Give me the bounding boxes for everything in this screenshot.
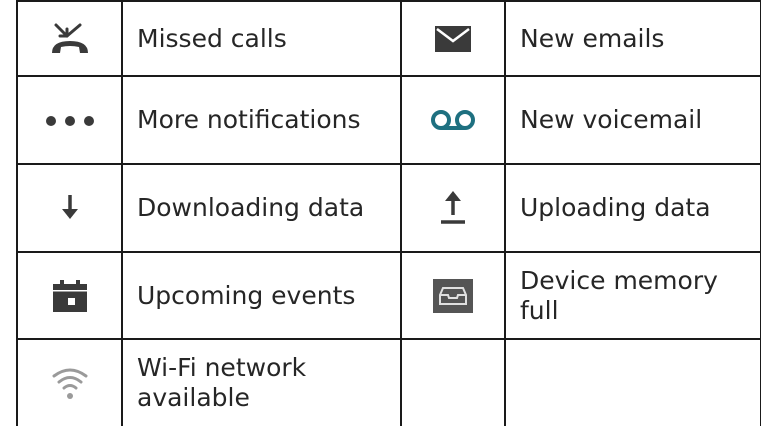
icon-cell: [16, 251, 123, 340]
list-item-label: More notifications: [121, 75, 402, 165]
envelope-icon: [435, 25, 471, 52]
upload-arrow-icon: [440, 191, 466, 225]
icon-cell: [16, 163, 123, 253]
wifi-icon: [52, 366, 88, 400]
list-item-label: Missed calls: [121, 0, 402, 77]
icon-cell: [16, 0, 123, 77]
more-dots-icon: [45, 115, 95, 127]
icon-cell: [400, 163, 506, 253]
list-item-label: New voicemail: [504, 75, 761, 165]
icon-cell: [400, 251, 506, 340]
table-row: Downloading data Uploading data: [16, 163, 761, 253]
list-item-label: Device memory full: [504, 251, 761, 340]
list-item-label: Downloading data: [121, 163, 402, 253]
table-row: Missed calls New emails: [16, 0, 761, 77]
list-item-label: New emails: [504, 0, 761, 77]
icon-cell: [16, 338, 123, 426]
table-row: Upcoming events Device memory full: [16, 251, 761, 340]
status-icon-legend-table: Missed calls New emails More notificatio…: [16, 0, 761, 426]
list-item-label: Wi-Fi network available: [121, 338, 402, 426]
list-item-label: Upcoming events: [121, 251, 402, 340]
icon-cell: [400, 0, 506, 77]
table-row: Wi-Fi network available: [16, 338, 761, 426]
empty-cell: [400, 338, 506, 426]
icon-cell: [400, 75, 506, 165]
empty-cell: [504, 338, 761, 426]
calendar-icon: [52, 279, 87, 312]
missed-call-icon: [50, 21, 90, 57]
list-item-label: Uploading data: [504, 163, 761, 253]
icon-cell: [16, 75, 123, 165]
table-row: More notifications New voicemail: [16, 75, 761, 165]
voicemail-icon: [430, 109, 476, 131]
storage-full-icon: [433, 278, 473, 313]
download-arrow-icon: [60, 195, 80, 221]
